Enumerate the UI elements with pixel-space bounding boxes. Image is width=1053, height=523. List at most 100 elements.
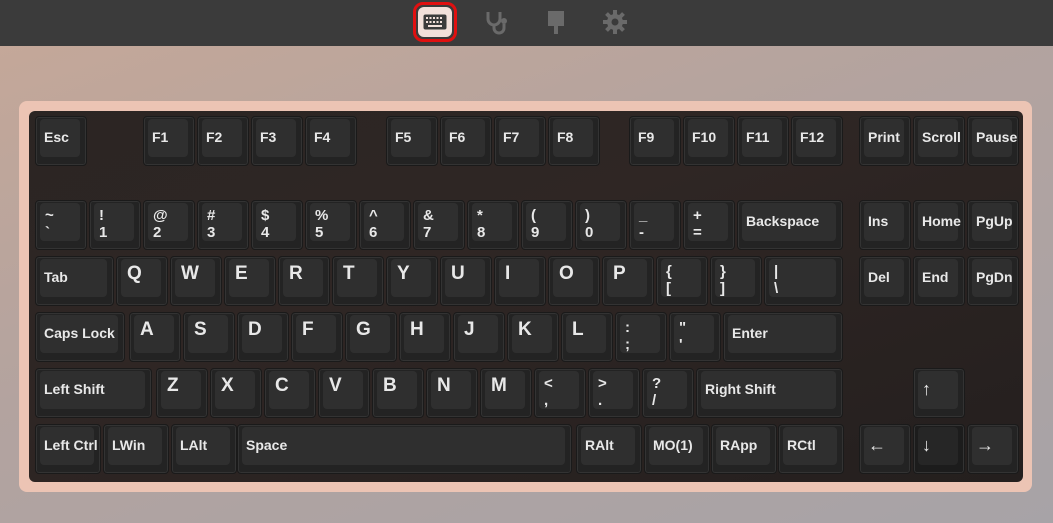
key-mo1[interactable]: MO(1) — [644, 424, 710, 474]
key-lalt[interactable]: LAlt — [171, 424, 237, 474]
key-o[interactable]: O — [548, 256, 600, 306]
key-period[interactable]: >. — [588, 368, 640, 418]
key-label: V — [329, 375, 342, 396]
key-print[interactable]: Print — [859, 116, 911, 166]
key-b[interactable]: B — [372, 368, 424, 418]
key-tab[interactable]: Tab — [35, 256, 114, 306]
key-arrow-down[interactable]: ↓ — [913, 424, 965, 474]
key-w[interactable]: W — [170, 256, 222, 306]
key-semicolon[interactable]: :; — [615, 312, 667, 362]
key-6[interactable]: ^ 6 — [359, 200, 411, 250]
key-left-shift[interactable]: Left Shift — [35, 368, 152, 418]
key-backtick[interactable]: ~ ` — [35, 200, 87, 250]
key-right-bracket[interactable]: }] — [710, 256, 762, 306]
key-l[interactable]: L — [561, 312, 613, 362]
key-minus[interactable]: _ - — [629, 200, 681, 250]
key-esc[interactable]: Esc — [35, 116, 87, 166]
key-del[interactable]: Del — [859, 256, 911, 306]
key-lwin[interactable]: LWin — [103, 424, 169, 474]
key-t[interactable]: T — [332, 256, 384, 306]
key-7[interactable]: & 7 — [413, 200, 465, 250]
key-1[interactable]: ! 1 — [89, 200, 141, 250]
key-z[interactable]: Z — [156, 368, 208, 418]
key-pgup[interactable]: PgUp — [967, 200, 1019, 250]
key-shift-label: % — [315, 207, 329, 224]
key-9[interactable]: (9 — [521, 200, 573, 250]
settings-tab-button[interactable] — [593, 2, 637, 42]
key-r[interactable]: R — [278, 256, 330, 306]
key-g[interactable]: G — [345, 312, 397, 362]
key-pgdn[interactable]: PgDn — [967, 256, 1019, 306]
keyboard-tab-button[interactable] — [413, 2, 457, 42]
key-f3[interactable]: F3 — [251, 116, 303, 166]
key-v[interactable]: V — [318, 368, 370, 418]
key-a[interactable]: A — [129, 312, 181, 362]
key-pause[interactable]: Pause — [967, 116, 1019, 166]
key-3[interactable]: #3 — [197, 200, 249, 250]
key-f5[interactable]: F5 — [386, 116, 438, 166]
key-label: D — [248, 319, 262, 340]
key-space[interactable]: Space — [237, 424, 572, 474]
key-shift-label: + — [693, 207, 702, 224]
key-f1[interactable]: F1 — [143, 116, 195, 166]
key-backspace[interactable]: Backspace — [737, 200, 843, 250]
key-m[interactable]: M — [480, 368, 532, 418]
key-ins[interactable]: Ins — [859, 200, 911, 250]
key-quote[interactable]: " ' — [669, 312, 721, 362]
key-caps-lock[interactable]: Caps Lock — [35, 312, 125, 362]
key-backslash[interactable]: | \ — [764, 256, 843, 306]
key-p[interactable]: P — [602, 256, 654, 306]
key-comma[interactable]: <, — [534, 368, 586, 418]
key-f2[interactable]: F2 — [197, 116, 249, 166]
key-i[interactable]: I — [494, 256, 546, 306]
key-end[interactable]: End — [913, 256, 965, 306]
key-0[interactable]: ) 0 — [575, 200, 627, 250]
key-label: R — [289, 263, 303, 284]
key-j[interactable]: J — [453, 312, 505, 362]
key-f12[interactable]: F12 — [791, 116, 843, 166]
key-right-shift[interactable]: Right Shift — [696, 368, 843, 418]
key-d[interactable]: D — [237, 312, 289, 362]
key-home[interactable]: Home — [913, 200, 965, 250]
customize-tab-button[interactable] — [534, 2, 578, 42]
key-s[interactable]: S — [183, 312, 235, 362]
key-8[interactable]: * 8 — [467, 200, 519, 250]
key-equals[interactable]: + = — [683, 200, 735, 250]
key-f8[interactable]: F8 — [548, 116, 600, 166]
key-ralt[interactable]: RAlt — [576, 424, 642, 474]
key-4[interactable]: $4 — [251, 200, 303, 250]
key-x[interactable]: X — [210, 368, 262, 418]
key-left-bracket[interactable]: {[ — [656, 256, 708, 306]
key-f11[interactable]: F11 — [737, 116, 789, 166]
key-q[interactable]: Q — [116, 256, 168, 306]
key-f7[interactable]: F7 — [494, 116, 546, 166]
arrow-left-icon: ← — [868, 434, 886, 455]
key-h[interactable]: H — [399, 312, 451, 362]
key-f[interactable]: F — [291, 312, 343, 362]
key-arrow-up[interactable]: ↑ — [913, 368, 965, 418]
key-f6[interactable]: F6 — [440, 116, 492, 166]
key-5[interactable]: % 5 — [305, 200, 357, 250]
key-scroll[interactable]: Scroll — [913, 116, 965, 166]
key-enter[interactable]: Enter — [723, 312, 843, 362]
key-e[interactable]: E — [224, 256, 276, 306]
key-left-ctrl[interactable]: Left Ctrl — [35, 424, 101, 474]
key-rapp[interactable]: RApp — [711, 424, 777, 474]
key-n[interactable]: N — [426, 368, 478, 418]
key-k[interactable]: K — [507, 312, 559, 362]
key-c[interactable]: C — [264, 368, 316, 418]
diagnostics-tab-button[interactable] — [474, 2, 518, 42]
key-shift-label: { — [666, 263, 672, 280]
key-y[interactable]: Y — [386, 256, 438, 306]
key-label: . — [598, 392, 603, 409]
key-rctl[interactable]: RCtl — [778, 424, 844, 474]
key-arrow-left[interactable]: ← — [859, 424, 911, 474]
key-2[interactable]: @2 — [143, 200, 195, 250]
key-f4[interactable]: F4 — [305, 116, 357, 166]
key-slash[interactable]: ? / — [642, 368, 694, 418]
key-arrow-right[interactable]: → — [967, 424, 1019, 474]
key-f10[interactable]: F10 — [683, 116, 735, 166]
key-f9[interactable]: F9 — [629, 116, 681, 166]
key-label: ` — [45, 224, 50, 241]
key-u[interactable]: U — [440, 256, 492, 306]
